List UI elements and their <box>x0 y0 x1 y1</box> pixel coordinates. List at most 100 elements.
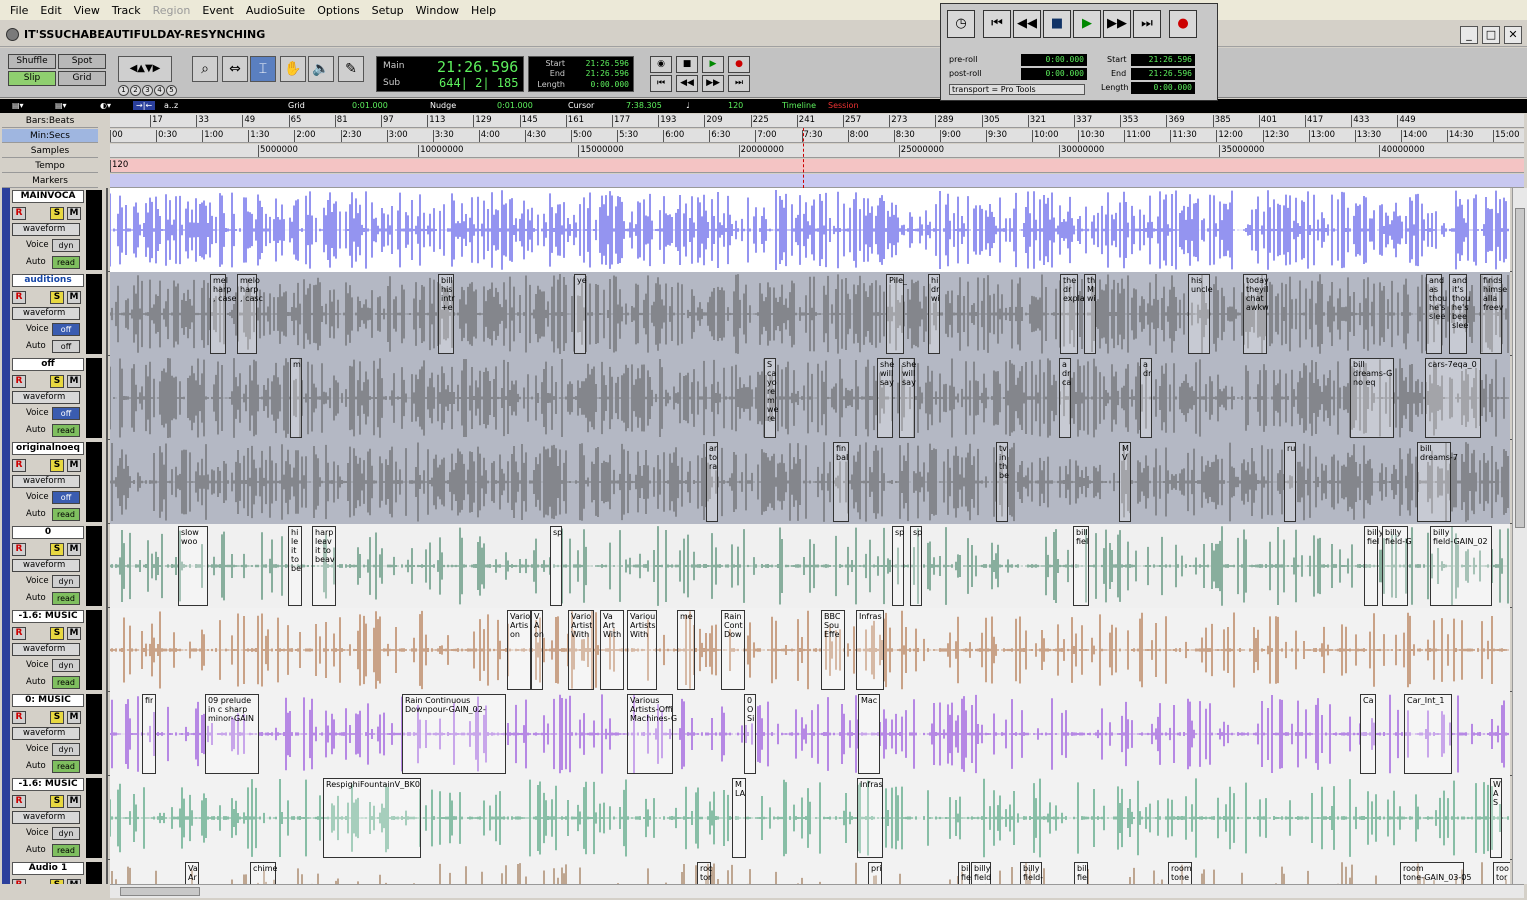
track-playlist[interactable] <box>110 188 1510 272</box>
tw-start-value[interactable]: 21:26.596 <box>1131 54 1195 66</box>
menu-item-file[interactable]: File <box>4 4 34 17</box>
record-enable-button[interactable]: R <box>12 795 26 808</box>
end-button[interactable]: ⏭ <box>728 75 750 92</box>
hscroll-thumb[interactable] <box>120 887 200 896</box>
az-label[interactable]: a..z <box>164 101 178 110</box>
track-view-select[interactable]: waveform <box>12 391 80 404</box>
automation-mode-select[interactable]: read <box>52 256 80 269</box>
mute-button[interactable]: M <box>67 459 81 472</box>
tw-end-value[interactable]: 21:26.596 <box>1131 68 1195 80</box>
audio-region[interactable]: harp leav it to beav <box>312 526 336 606</box>
audio-region[interactable]: ar to ra <box>706 442 718 522</box>
track-name[interactable]: off <box>12 358 84 371</box>
audio-region[interactable]: Variou Artists With <box>627 610 657 690</box>
record-enable-button[interactable]: R <box>12 627 26 640</box>
markers-ruler[interactable] <box>110 174 1524 188</box>
grid-mode-button[interactable]: Grid <box>58 71 106 86</box>
audio-region[interactable]: th M wi <box>1084 274 1096 354</box>
audio-region[interactable]: bill fie <box>1074 862 1089 884</box>
tw-length-value[interactable]: 0:00.000 <box>1131 82 1195 94</box>
track-playlist[interactable]: mel harp , case melo harp , casc bill his … <box>110 272 1510 356</box>
solo-button[interactable]: S <box>50 459 64 472</box>
audio-region[interactable]: Various Artists-Offi Machines-G <box>627 694 677 774</box>
track-view-select[interactable]: waveform <box>12 643 80 656</box>
audio-region[interactable]: she will say <box>899 358 916 438</box>
ruler-label-tempo[interactable]: Tempo <box>2 159 98 173</box>
mute-button[interactable]: M <box>67 711 81 724</box>
mute-button[interactable]: M <box>67 207 81 220</box>
ruler-label-markers[interactable]: Markers <box>2 174 98 188</box>
audio-region[interactable]: Rain Continuous Downpour-GAIN_02- <box>402 694 506 774</box>
record-enable-button[interactable]: R <box>12 543 26 556</box>
record-button[interactable]: ● <box>728 56 750 73</box>
solo-button[interactable]: S <box>50 711 64 724</box>
track-playlist[interactable]: ar to ra fin bal tv in th be M V ru bill drea… <box>110 440 1510 524</box>
record-enable-button[interactable]: R <box>12 459 26 472</box>
audio-region[interactable]: his uncle <box>1188 274 1213 354</box>
audio-region[interactable]: sp <box>892 526 904 606</box>
audio-region[interactable]: tv in th be <box>996 442 1009 522</box>
fastforward-icon[interactable]: ▶▶ <box>1103 10 1131 38</box>
online-icon[interactable]: ◷ <box>947 10 975 38</box>
track-playlist[interactable]: Vario Artis on V A on Vario Artist With Va … <box>110 608 1510 692</box>
track-name[interactable]: auditions <box>12 274 84 287</box>
audio-region[interactable]: RespighiFountainV_BK0 <box>323 778 421 858</box>
end-icon[interactable]: ⏭ <box>1133 10 1161 38</box>
audio-region[interactable]: Rain Cont Dow <box>721 610 745 690</box>
pencil-tool-icon[interactable]: ✎ <box>338 56 364 82</box>
track-name[interactable]: -1.6: MUSIC <box>12 610 84 623</box>
zoom-buttons[interactable]: ◀▲▼▶ <box>118 56 172 82</box>
selection-display[interactable]: Start 21:26.596 End 21:26.596 Length 0:0… <box>528 56 634 92</box>
audio-region[interactable]: cars-7eqa_0 <box>1425 358 1481 438</box>
mute-button[interactable]: M <box>67 543 81 556</box>
minimize-button[interactable]: _ <box>1460 26 1478 44</box>
solo-button[interactable]: S <box>50 627 64 640</box>
audio-region[interactable]: M V <box>1119 442 1131 522</box>
audio-region[interactable]: fin bal <box>833 442 849 522</box>
automation-mode-select[interactable]: read <box>52 508 80 521</box>
horizontal-scrollbar[interactable] <box>110 884 1524 898</box>
track-view-select[interactable]: waveform <box>12 223 80 236</box>
record-icon[interactable]: ● <box>1169 10 1197 38</box>
rtz-icon[interactable]: ⏮ <box>983 10 1011 38</box>
voice-select[interactable]: dyn <box>52 659 80 672</box>
audio-region[interactable]: pri <box>868 862 882 884</box>
view-list-icon[interactable]: ▤▾ <box>55 101 67 110</box>
automation-mode-select[interactable]: read <box>52 844 80 857</box>
rewind-button[interactable]: ◀◀ <box>676 75 698 92</box>
track-playlist[interactable]: slow woo hi le it to be harp leav it to be… <box>110 524 1510 608</box>
audio-region[interactable]: roc tor <box>697 862 712 884</box>
audio-region[interactable]: bill fiel <box>1073 526 1089 606</box>
trim-tool-icon[interactable]: ⇔ <box>222 56 248 82</box>
audio-region[interactable]: the dr expla <box>1060 274 1085 354</box>
track-playlist[interactable]: m S ca yo re m we re she will say she will … <box>110 356 1510 440</box>
tempo-ruler[interactable]: 120 <box>110 159 1524 173</box>
record-enable-button[interactable]: R <box>12 879 26 884</box>
audio-region[interactable]: bill his intr +e <box>438 274 455 354</box>
audio-region[interactable]: Va Ar <box>185 862 199 884</box>
audio-region[interactable]: Pile_ <box>886 274 907 354</box>
play-icon[interactable]: ▶ <box>1073 10 1101 38</box>
menu-item-help[interactable]: Help <box>465 4 502 17</box>
solo-button[interactable]: S <box>50 795 64 808</box>
voice-select[interactable]: off <box>52 323 80 336</box>
audio-region[interactable]: Mac <box>858 694 880 774</box>
mute-button[interactable]: M <box>67 627 81 640</box>
audio-region[interactable]: bill fie <box>958 862 973 884</box>
track-name[interactable]: Audio 1 <box>12 862 84 875</box>
nudge-value[interactable]: 0:01.000 <box>497 101 533 110</box>
audio-region[interactable]: Vario Artis on <box>507 610 531 690</box>
menu-item-setup[interactable]: Setup <box>366 4 410 17</box>
track-playlist[interactable]: Va Ar chime roc tor pri bill fie billy field b… <box>110 860 1510 884</box>
mute-button[interactable]: M <box>67 375 81 388</box>
audio-region[interactable]: Ca <box>1360 694 1376 774</box>
timeline-label[interactable]: Timeline <box>782 101 816 110</box>
automation-mode-select[interactable]: read <box>52 424 80 437</box>
track-name[interactable]: 0 <box>12 526 84 539</box>
grabber-tool-icon[interactable]: ✋ <box>280 56 306 82</box>
maximize-button[interactable]: □ <box>1482 26 1500 44</box>
audio-region[interactable]: 09 prelude in c sharp minor-GAIN <box>205 694 259 774</box>
ruler-label-bars[interactable]: Bars:Beats <box>2 114 98 128</box>
track-playlist[interactable]: fir 09 prelude in c sharp minor-GAIN Rain … <box>110 692 1510 776</box>
audio-region[interactable]: and it's thou he's bee slee <box>1449 274 1470 354</box>
